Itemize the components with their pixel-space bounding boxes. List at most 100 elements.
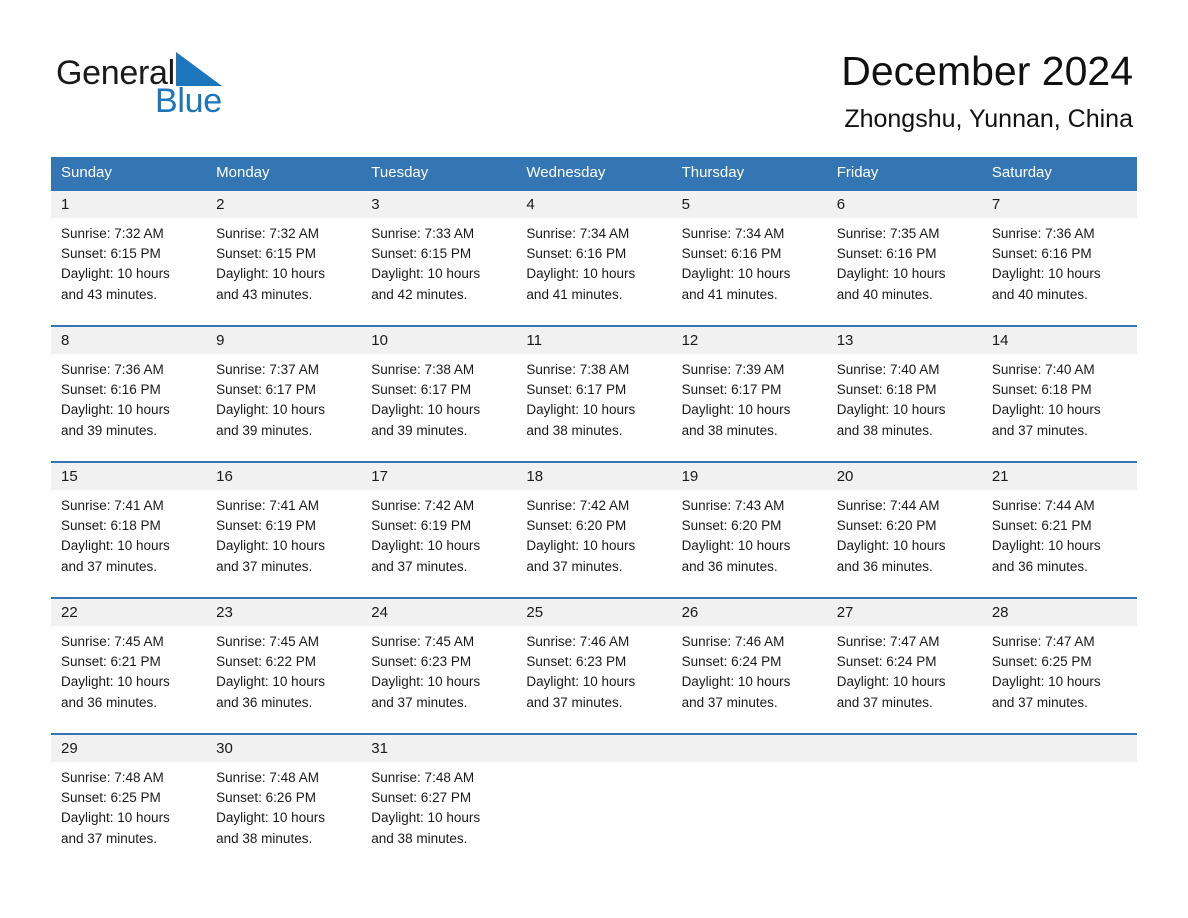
day-cell[interactable]: 20 Sunrise: 7:44 AM Sunset: 6:20 PM Dayl… — [826, 463, 982, 597]
day-cell-empty — [826, 735, 982, 869]
day-cell[interactable]: 24 Sunrise: 7:45 AM Sunset: 6:23 PM Dayl… — [361, 599, 517, 733]
day-number-band: 24 — [361, 599, 517, 626]
day-number-band — [516, 735, 672, 762]
day-number-band: 18 — [516, 463, 672, 490]
day-details: Sunrise: 7:32 AM Sunset: 6:15 PM Dayligh… — [206, 218, 361, 305]
sunset-text: Sunset: 6:17 PM — [216, 382, 316, 398]
daylight-text-line2: and 42 minutes. — [371, 286, 468, 302]
day-number-band: 8 — [51, 327, 207, 354]
sunrise-text: Sunrise: 7:32 AM — [216, 226, 319, 241]
day-cell[interactable]: 18 Sunrise: 7:42 AM Sunset: 6:20 PM Dayl… — [516, 463, 672, 597]
sunset-text: Sunset: 6:16 PM — [61, 382, 161, 398]
day-number-band: 9 — [206, 327, 362, 354]
day-cell[interactable]: 14 Sunrise: 7:40 AM Sunset: 6:18 PM Dayl… — [981, 327, 1137, 461]
day-cell[interactable]: 10 Sunrise: 7:38 AM Sunset: 6:17 PM Dayl… — [361, 327, 517, 461]
day-cell[interactable]: 21 Sunrise: 7:44 AM Sunset: 6:21 PM Dayl… — [981, 463, 1137, 597]
day-cell[interactable]: 7 Sunrise: 7:36 AM Sunset: 6:16 PM Dayli… — [981, 191, 1137, 325]
day-number: 9 — [216, 332, 225, 349]
day-cell[interactable]: 3 Sunrise: 7:33 AM Sunset: 6:15 PM Dayli… — [361, 191, 517, 325]
day-cell[interactable]: 26 Sunrise: 7:46 AM Sunset: 6:24 PM Dayl… — [671, 599, 827, 733]
day-cell[interactable]: 8 Sunrise: 7:36 AM Sunset: 6:16 PM Dayli… — [51, 327, 207, 461]
day-number: 11 — [526, 332, 542, 349]
day-cell[interactable]: 9 Sunrise: 7:37 AM Sunset: 6:17 PM Dayli… — [206, 327, 362, 461]
weekday-header-row: Sunday Monday Tuesday Wednesday Thursday… — [51, 157, 1137, 189]
generalblue-logo[interactable]: General Blue — [56, 52, 356, 122]
day-number-band: 12 — [671, 327, 827, 354]
daylight-text-line2: and 37 minutes. — [371, 694, 468, 710]
day-cell[interactable]: 19 Sunrise: 7:43 AM Sunset: 6:20 PM Dayl… — [671, 463, 827, 597]
day-details: Sunrise: 7:47 AM Sunset: 6:24 PM Dayligh… — [827, 626, 982, 713]
day-cell[interactable]: 16 Sunrise: 7:41 AM Sunset: 6:19 PM Dayl… — [206, 463, 362, 597]
day-number-band: 23 — [206, 599, 362, 626]
sunset-text: Sunset: 6:16 PM — [836, 246, 937, 262]
page-title: December 2024 — [841, 48, 1133, 94]
day-cell[interactable]: 31 Sunrise: 7:48 AM Sunset: 6:27 PM Dayl… — [361, 735, 517, 869]
daylight-text-line2: and 37 minutes. — [681, 694, 778, 710]
day-cell[interactable]: 6 Sunrise: 7:35 AM Sunset: 6:16 PM Dayli… — [826, 191, 982, 325]
sunrise-text: Sunrise: 7:41 AM — [216, 498, 319, 513]
sunset-text: Sunset: 6:15 PM — [61, 246, 161, 262]
day-cell[interactable]: 15 Sunrise: 7:41 AM Sunset: 6:18 PM Dayl… — [51, 463, 207, 597]
day-number: 28 — [991, 604, 1009, 621]
day-number: 24 — [371, 604, 388, 621]
day-number: 20 — [836, 468, 854, 485]
day-cell[interactable]: 12 Sunrise: 7:39 AM Sunset: 6:17 PM Dayl… — [671, 327, 827, 461]
day-cell[interactable]: 1 Sunrise: 7:32 AM Sunset: 6:15 PM Dayli… — [51, 191, 207, 325]
day-cell[interactable]: 23 Sunrise: 7:45 AM Sunset: 6:22 PM Dayl… — [206, 599, 362, 733]
day-cell[interactable]: 17 Sunrise: 7:42 AM Sunset: 6:19 PM Dayl… — [361, 463, 517, 597]
daylight-text-line2: and 37 minutes. — [61, 558, 158, 574]
day-details: Sunrise: 7:40 AM Sunset: 6:18 PM Dayligh… — [982, 354, 1137, 441]
day-cell[interactable]: 25 Sunrise: 7:46 AM Sunset: 6:23 PM Dayl… — [516, 599, 672, 733]
day-number: 25 — [526, 604, 544, 621]
day-cell[interactable]: 2 Sunrise: 7:32 AM Sunset: 6:15 PM Dayli… — [206, 191, 362, 325]
calendar-week-row: 1 Sunrise: 7:32 AM Sunset: 6:15 PM Dayli… — [51, 189, 1137, 325]
day-details: Sunrise: 7:45 AM Sunset: 6:21 PM Dayligh… — [51, 626, 206, 713]
sunset-text: Sunset: 6:16 PM — [991, 246, 1092, 262]
day-cell[interactable]: 11 Sunrise: 7:38 AM Sunset: 6:17 PM Dayl… — [516, 327, 672, 461]
day-details: Sunrise: 7:34 AM Sunset: 6:16 PM Dayligh… — [516, 218, 671, 305]
day-number-band: 6 — [826, 191, 982, 218]
day-cell[interactable]: 13 Sunrise: 7:40 AM Sunset: 6:18 PM Dayl… — [826, 327, 982, 461]
day-cell[interactable]: 22 Sunrise: 7:45 AM Sunset: 6:21 PM Dayl… — [51, 599, 207, 733]
day-number-band: 16 — [206, 463, 362, 490]
sunset-text: Sunset: 6:16 PM — [681, 246, 782, 262]
daylight-text-line2: and 38 minutes. — [526, 422, 623, 438]
day-cell[interactable]: 27 Sunrise: 7:47 AM Sunset: 6:24 PM Dayl… — [826, 599, 982, 733]
daylight-text-line1: Daylight: 10 hours — [61, 402, 170, 418]
sunrise-text: Sunrise: 7:44 AM — [991, 498, 1095, 513]
day-number: 26 — [681, 604, 699, 621]
day-cell[interactable]: 4 Sunrise: 7:34 AM Sunset: 6:16 PM Dayli… — [516, 191, 672, 325]
sunrise-text: Sunrise: 7:34 AM — [681, 226, 785, 241]
day-number-band: 11 — [516, 327, 672, 354]
day-details: Sunrise: 7:33 AM Sunset: 6:15 PM Dayligh… — [361, 218, 516, 305]
day-details: Sunrise: 7:45 AM Sunset: 6:23 PM Dayligh… — [361, 626, 516, 713]
day-cell[interactable]: 30 Sunrise: 7:48 AM Sunset: 6:26 PM Dayl… — [206, 735, 362, 869]
day-number-band — [981, 735, 1137, 762]
day-cell[interactable]: 28 Sunrise: 7:47 AM Sunset: 6:25 PM Dayl… — [981, 599, 1137, 733]
sunset-text: Sunset: 6:21 PM — [991, 518, 1092, 534]
weekday-header-tuesday: Tuesday — [371, 164, 429, 181]
day-number-band: 26 — [671, 599, 827, 626]
daylight-text-line1: Daylight: 10 hours — [991, 266, 1101, 282]
sunrise-text: Sunrise: 7:45 AM — [216, 634, 319, 649]
sunset-text: Sunset: 6:22 PM — [216, 654, 316, 670]
day-details: Sunrise: 7:36 AM Sunset: 6:16 PM Dayligh… — [982, 218, 1137, 305]
day-details: Sunrise: 7:36 AM Sunset: 6:16 PM Dayligh… — [51, 354, 206, 441]
sunset-text: Sunset: 6:16 PM — [526, 246, 627, 262]
daylight-text-line1: Daylight: 10 hours — [216, 674, 325, 690]
daylight-text-line1: Daylight: 10 hours — [526, 266, 636, 282]
sunrise-text: Sunrise: 7:48 AM — [61, 770, 164, 785]
day-number-band — [671, 735, 827, 762]
day-cell[interactable]: 29 Sunrise: 7:48 AM Sunset: 6:25 PM Dayl… — [51, 735, 207, 869]
daylight-text-line2: and 37 minutes. — [991, 422, 1088, 438]
calendar-week-row: 29 Sunrise: 7:48 AM Sunset: 6:25 PM Dayl… — [51, 733, 1137, 869]
sunrise-text: Sunrise: 7:35 AM — [836, 226, 940, 241]
sunset-text: Sunset: 6:25 PM — [61, 790, 161, 806]
sunset-text: Sunset: 6:18 PM — [61, 518, 161, 534]
daylight-text-line1: Daylight: 10 hours — [216, 810, 325, 826]
day-cell[interactable]: 5 Sunrise: 7:34 AM Sunset: 6:16 PM Dayli… — [671, 191, 827, 325]
sunrise-text: Sunrise: 7:39 AM — [681, 362, 785, 377]
calendar-page: General Blue December 2024 Zhongshu, Yun… — [0, 0, 1188, 918]
day-details: Sunrise: 7:40 AM Sunset: 6:18 PM Dayligh… — [827, 354, 982, 441]
sunrise-text: Sunrise: 7:46 AM — [526, 634, 630, 649]
